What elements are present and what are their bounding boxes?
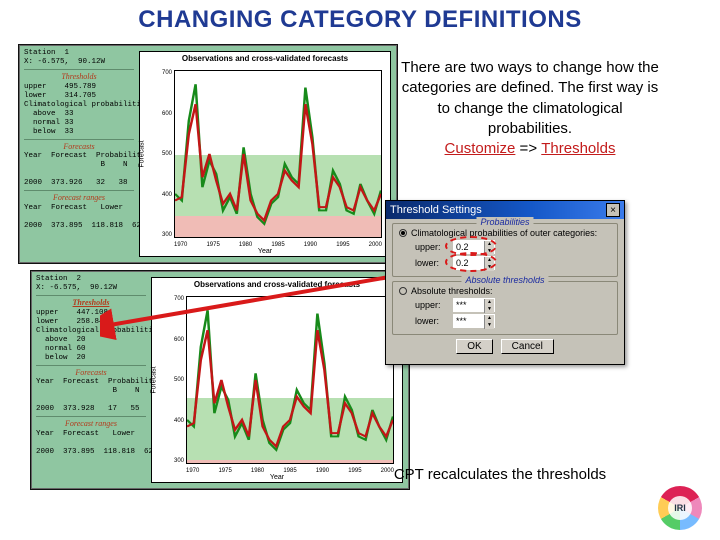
chart-panel-1: Observations and cross-validated forecas… [139,51,391,257]
upper-abs-input[interactable] [454,299,484,311]
coords-line: X: -6.575, 90.12W [24,58,134,67]
forecasts-block: Year Forecast Probabilities B N A 2000 3… [36,378,146,414]
page-title: CHANGING CATEGORY DEFINITIONS [0,6,720,34]
lower-abs-spinner[interactable]: ▲▼ [453,314,495,328]
chart-svg [187,297,393,463]
dialog-buttons: OK Cancel [386,339,624,354]
cpt-window-1: Station 1 X: -6.575, 90.12W Thresholds u… [18,44,398,264]
field-label: upper: [415,242,449,252]
ranges-block: Year Forecast Lower Upper 2000 373.895 1… [36,430,146,457]
x-axis-label: Year [140,248,390,255]
x-ticks: 1970197519801985199019952000 [186,468,394,474]
footer-text: CPT recalculates the thresholds [390,465,610,485]
section-forecasts: Forecasts [36,365,146,378]
y-axis-label: Forecast [151,366,158,393]
field-label: lower: [415,316,449,326]
section-thresholds: Thresholds [36,295,146,308]
section-thresholds: Thresholds [24,69,134,82]
y-axis-label: Forecast [139,140,146,167]
section-ranges: Forecast ranges [24,190,134,203]
lower-prob-row: lower: ▲▼ [415,256,611,270]
cpt-window-2: Station 2 X: -6.575, 90.12W Thresholds u… [30,270,410,490]
radio-climatological[interactable]: Climatological probabilities of outer ca… [399,228,611,238]
y-ticks: 700600500400300 [170,296,184,464]
cpt-sidebar-2: Station 2 X: -6.575, 90.12W Thresholds u… [31,271,151,489]
threshold-dialog: Threshold Settings × Probabilities Clima… [385,200,625,365]
upper-prob-row: upper: ▲▼ [415,240,611,254]
field-label: upper: [415,300,449,310]
plot-area [174,70,382,238]
chart-svg [175,71,381,237]
upper-abs-spinner[interactable]: ▲▼ [453,298,495,312]
forecasts-block: Year Forecast Probabilities B N A 2000 3… [24,152,134,188]
lower-prob-spinner[interactable]: ▲▼ [453,256,495,270]
spin-buttons[interactable]: ▲▼ [484,241,494,253]
lower-abs-row: lower: ▲▼ [415,314,611,328]
spin-buttons[interactable]: ▲▼ [484,299,494,311]
radio-icon[interactable] [399,229,407,237]
upper-prob-spinner[interactable]: ▲▼ [453,240,495,254]
spin-buttons[interactable]: ▲▼ [484,257,494,269]
lower-abs-input[interactable] [454,315,484,327]
radio-absolute[interactable]: Absolute thresholds: [399,286,611,296]
dialog-title: Threshold Settings [390,204,482,216]
thresholds-block: upper 447.108 lower 258.848 Climatologic… [36,309,146,363]
chart-title: Observations and cross-validated forecas… [140,54,390,63]
group-legend: Absolute thresholds [461,275,548,285]
explain-body: There are two ways to change how the cat… [400,58,660,139]
upper-prob-input[interactable] [454,241,484,253]
chart-panel-2: Observations and cross-validated forecas… [151,277,403,483]
x-ticks: 1970197519801985199019952000 [174,242,382,248]
radio-label: Climatological probabilities of outer ca… [411,228,597,238]
ranges-block: Year Forecast Lower Upper 2000 373.895 1… [24,204,134,231]
thresholds-block: upper 495.789 lower 314.705 Climatologic… [24,83,134,137]
coords-line: X: -6.575, 90.12W [36,284,146,293]
explain-text: There are two ways to change how the cat… [400,58,660,159]
iri-logo-text: IRI [668,496,692,520]
iri-logo: IRI [658,486,702,530]
x-axis-label: Year [152,474,402,481]
upper-abs-row: upper: ▲▼ [415,298,611,312]
radio-icon[interactable] [399,287,407,295]
lower-prob-input[interactable] [454,257,484,269]
plot-area [186,296,394,464]
field-label: lower: [415,258,449,268]
explain-menu: Customize => Thresholds [400,139,660,159]
group-legend: Probabilities [476,217,533,227]
station-line: Station 2 [36,275,146,284]
radio-label: Absolute thresholds: [411,286,493,296]
menu-customize: Customize [445,140,516,157]
probabilities-group: Probabilities Climatological probabiliti… [392,223,618,277]
cpt-sidebar-1: Station 1 X: -6.575, 90.12W Thresholds u… [19,45,139,263]
section-ranges: Forecast ranges [36,416,146,429]
ok-button[interactable]: OK [456,339,492,354]
close-icon[interactable]: × [606,203,620,217]
menu-thresholds: Thresholds [541,140,615,157]
absolute-group: Absolute thresholds Absolute thresholds:… [392,281,618,335]
station-line: Station 1 [24,49,134,58]
chart-title: Observations and cross-validated forecas… [152,280,402,289]
cancel-button[interactable]: Cancel [501,339,554,354]
section-forecasts: Forecasts [24,139,134,152]
y-ticks: 700600500400300 [158,70,172,238]
spin-buttons[interactable]: ▲▼ [484,315,494,327]
